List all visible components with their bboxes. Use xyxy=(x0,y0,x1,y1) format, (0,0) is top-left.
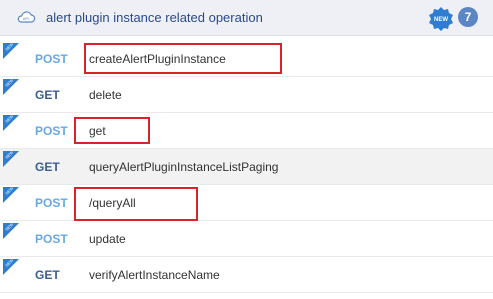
http-method: POST xyxy=(35,52,68,66)
svg-text:API: API xyxy=(23,16,29,21)
new-badge-text: NEW xyxy=(434,17,448,23)
new-corner-icon: NEW xyxy=(3,113,19,136)
endpoint-path: delete xyxy=(89,88,122,102)
endpoint-row[interactable]: NEW GET queryAlertPluginInstanceListPagi… xyxy=(0,149,493,185)
endpoint-count-badge: 7 xyxy=(458,7,478,27)
endpoint-path: queryAlertPluginInstanceListPaging xyxy=(89,160,279,174)
endpoint-path: verifyAlertInstanceName xyxy=(89,268,220,282)
endpoint-row[interactable]: NEW GET delete xyxy=(0,77,493,113)
new-corner-icon: NEW xyxy=(3,77,19,100)
highlight-box xyxy=(74,187,198,221)
new-badge-icon: NEW xyxy=(428,6,454,37)
new-corner-icon: NEW xyxy=(3,41,19,64)
group-header[interactable]: API alert plugin instance related operat… xyxy=(0,0,493,36)
new-corner-icon: NEW xyxy=(3,149,19,172)
endpoint-row[interactable]: NEW POST update xyxy=(0,221,493,257)
endpoint-row[interactable]: NEW GET verifyAlertInstanceName xyxy=(0,257,493,293)
http-method: GET xyxy=(35,88,60,102)
endpoint-path: update xyxy=(89,232,126,246)
highlight-box xyxy=(84,43,282,74)
http-method: POST xyxy=(35,232,68,246)
new-corner-icon: NEW xyxy=(3,185,19,208)
group-title: alert plugin instance related operation xyxy=(46,10,263,25)
http-method: GET xyxy=(35,268,60,282)
http-method: GET xyxy=(35,160,60,174)
new-corner-icon: NEW xyxy=(3,221,19,244)
highlight-box xyxy=(74,117,150,144)
http-method: POST xyxy=(35,196,68,210)
new-corner-icon: NEW xyxy=(3,257,19,280)
http-method: POST xyxy=(35,124,68,138)
cloud-api-icon: API xyxy=(16,9,36,30)
